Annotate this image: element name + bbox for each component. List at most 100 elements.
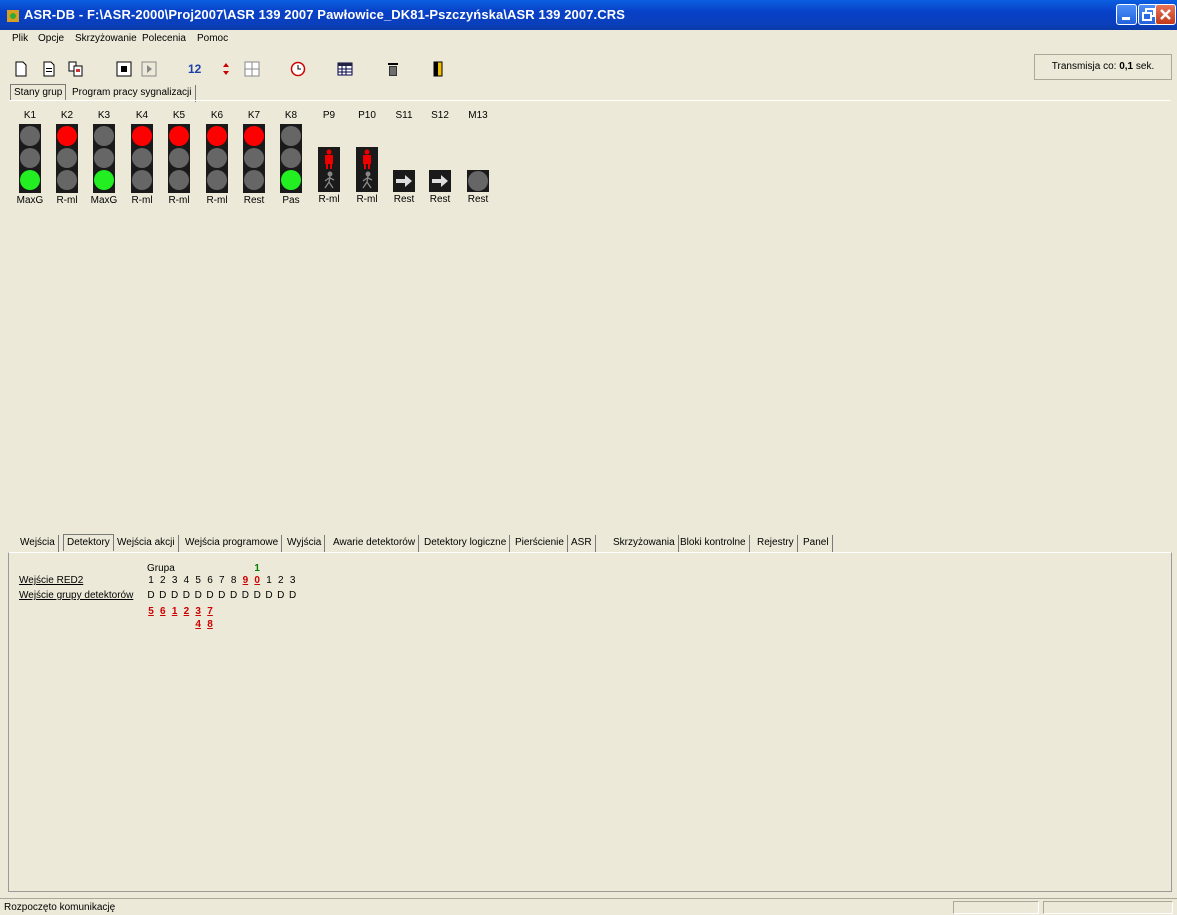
tab-awarie-detektor-w[interactable]: Awarie detektorów	[330, 535, 420, 552]
row-label-detector-groups[interactable]: Wejście grupy detektorów	[19, 590, 133, 601]
lamp-red	[207, 126, 227, 146]
detector-type: D	[194, 590, 202, 601]
traffic-light	[56, 124, 78, 193]
detector-type: D	[229, 590, 238, 601]
group-number[interactable]: 9	[239, 575, 251, 586]
signal-group-label: P10	[358, 110, 376, 121]
signal-group-6: K7 Rest	[240, 109, 268, 208]
signal-group-label: S11	[395, 110, 413, 121]
arrow-signal	[429, 170, 451, 192]
table-icon[interactable]	[337, 61, 353, 77]
transmission-unit: sek.	[1135, 61, 1155, 72]
lamp-red	[169, 126, 189, 146]
group-number: 4	[183, 575, 190, 586]
signal-group-label: M13	[468, 110, 488, 121]
open-file-icon[interactable]	[41, 61, 57, 77]
play-icon[interactable]	[141, 61, 157, 77]
status-segment-1	[953, 901, 1039, 914]
detector-link[interactable]: 7	[204, 606, 216, 617]
status-bar: Rozpoczęto komunikację	[0, 898, 1177, 915]
detector-type: D	[218, 590, 226, 601]
signal-group-label: K7	[247, 110, 261, 121]
lamp-green	[20, 170, 40, 190]
sort-arrows-icon[interactable]	[218, 61, 234, 77]
signal-group-3: K4 R-ml	[128, 109, 156, 208]
detector-link[interactable]: 6	[157, 606, 169, 617]
minimize-button[interactable]	[1116, 4, 1137, 25]
signal-group-5: K6 R-ml	[203, 109, 231, 208]
menu-skrzyzowanie[interactable]: Skrzyżowanie	[75, 33, 137, 44]
lamp-off	[281, 126, 301, 146]
tab-panel[interactable]: Panel	[800, 535, 833, 552]
detector-type: D	[159, 590, 167, 601]
lamp-green	[281, 170, 301, 190]
signal-group-label: K6	[210, 110, 224, 121]
signal-state: R-ml	[56, 195, 78, 206]
lamp-off	[207, 170, 227, 190]
detector-type: D	[182, 590, 190, 601]
new-file-icon[interactable]	[13, 61, 29, 77]
detector-link[interactable]: 3	[192, 606, 204, 617]
tab-wej-cia-akcji[interactable]: Wejścia akcji	[114, 535, 179, 552]
tab-stany-grup[interactable]: Stany grup	[10, 84, 67, 101]
group-number: 1	[266, 575, 272, 586]
copy-file-icon[interactable]	[68, 61, 84, 77]
traffic-light	[19, 124, 41, 193]
tab-bloki-kontrolne[interactable]: Bloki kontrolne	[677, 535, 750, 552]
signal-group-label: P9	[322, 110, 336, 121]
signal-group-label: K8	[284, 110, 298, 121]
tab-pier-cienie[interactable]: Pierścienie	[512, 535, 568, 552]
traffic-light	[280, 124, 302, 193]
transmission-box: Transmisja co: 0,1 sek.	[1034, 54, 1172, 80]
tab-wyj-cia[interactable]: Wyjścia	[284, 535, 326, 552]
exit-door-icon[interactable]	[430, 61, 446, 77]
group-number[interactable]: 0	[251, 575, 263, 586]
arrow-right-icon	[396, 175, 412, 187]
pedestrian-icon	[362, 149, 373, 189]
tab-skrzy-owania[interactable]: Skrzyżowania	[610, 535, 679, 552]
tab-detektory[interactable]: Detektory	[63, 534, 114, 551]
tab-wej-cia[interactable]: Wejścia	[17, 535, 59, 552]
detector-link[interactable]: 2	[180, 606, 192, 617]
tab-detektory-logiczne[interactable]: Detektory logiczne	[421, 535, 511, 552]
matrix-icon[interactable]	[244, 61, 260, 77]
stop-icon[interactable]	[116, 61, 132, 77]
signal-group-12: M13 Rest	[464, 109, 492, 207]
pedestrian-light	[318, 147, 340, 192]
lamp-off	[57, 148, 77, 168]
lamp-off	[94, 148, 114, 168]
signal-state: R-ml	[131, 195, 153, 206]
signal-state: R-ml	[318, 194, 340, 205]
signal-state: MaxG	[16, 195, 44, 206]
signal-state: Rest	[467, 194, 489, 205]
menu-plik[interactable]: Plik	[12, 33, 28, 44]
menu-pomoc[interactable]: Pomoc	[197, 33, 228, 44]
toolbar	[0, 48, 1177, 86]
detector-link[interactable]: 5	[145, 606, 157, 617]
menu-polecenia[interactable]: Polecenia	[142, 33, 186, 44]
signal-group-0: K1 MaxG	[16, 109, 44, 208]
close-button[interactable]	[1155, 4, 1176, 25]
lamp-off	[94, 126, 114, 146]
transmission-value: 0,1	[1119, 61, 1134, 72]
signal-group-label: K4	[135, 110, 149, 121]
counter-icon[interactable]: 12	[188, 62, 201, 76]
lamp-green	[94, 170, 114, 190]
menu-opcje[interactable]: Opcje	[38, 33, 64, 44]
group-number: 8	[230, 575, 237, 586]
detector-link[interactable]: 8	[204, 619, 216, 630]
tab-asr[interactable]: ASR	[568, 535, 596, 552]
signal-group-11: S12 Rest	[426, 109, 454, 207]
detector-type: D	[288, 590, 297, 601]
clock-icon[interactable]	[290, 61, 306, 77]
lamp-off	[20, 126, 40, 146]
detector-link[interactable]: 4	[192, 619, 204, 630]
detector-link[interactable]: 1	[169, 606, 181, 617]
trash-icon[interactable]	[385, 61, 401, 77]
lamp-off	[244, 148, 264, 168]
lamp-off	[169, 170, 189, 190]
tab-rejestry[interactable]: Rejestry	[754, 535, 798, 552]
tab-wej-cia-programowe[interactable]: Wejścia programowe	[182, 535, 283, 552]
row-label-red2[interactable]: Wejście RED2	[19, 575, 83, 586]
lamp-red	[244, 126, 264, 146]
